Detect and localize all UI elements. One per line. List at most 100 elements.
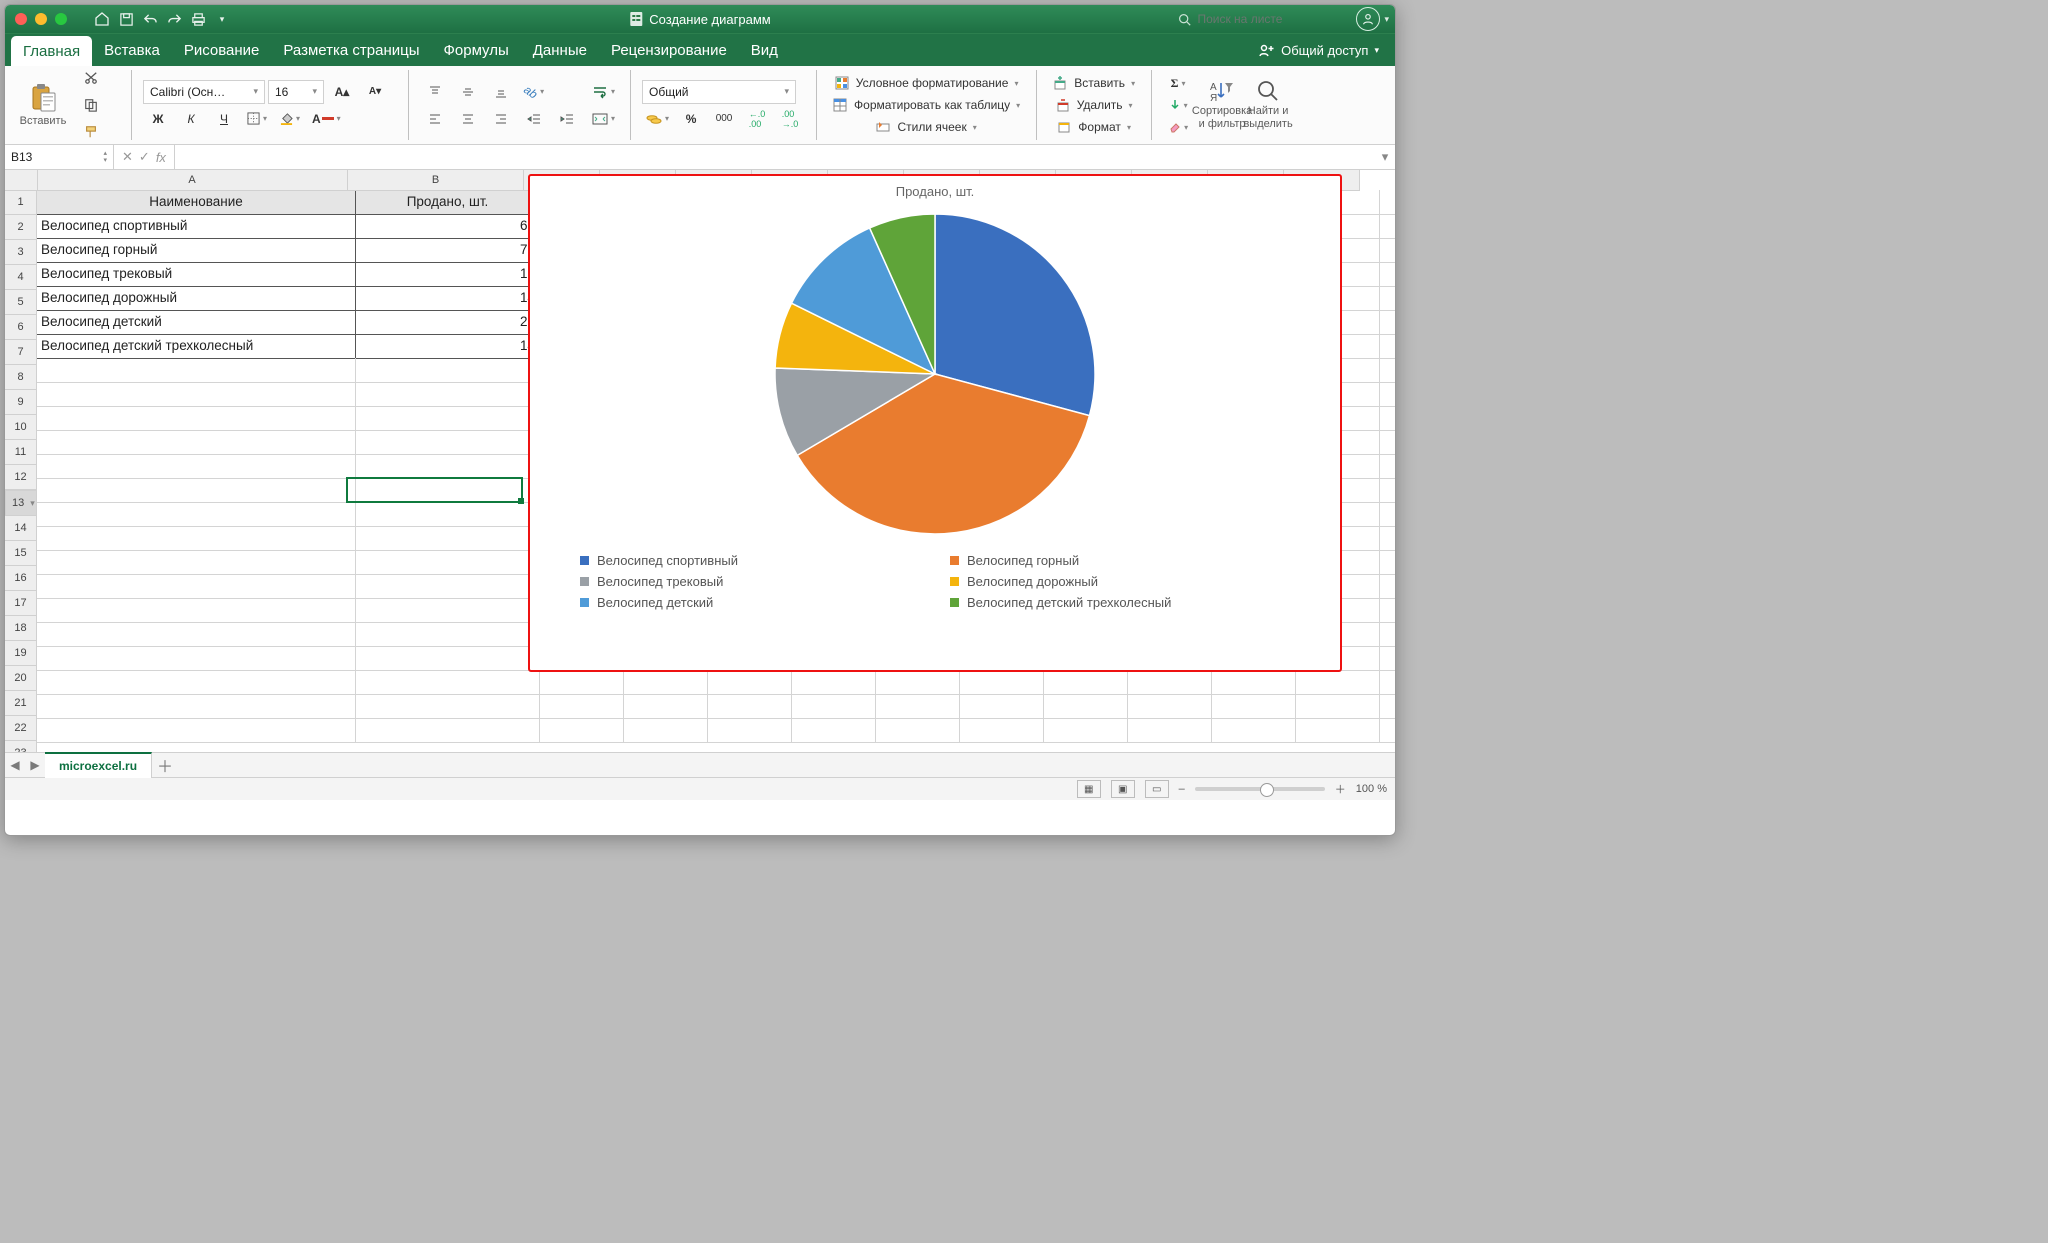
fill-color-button[interactable] [275, 107, 305, 131]
cell[interactable] [624, 670, 708, 695]
cell[interactable] [1380, 238, 1395, 263]
sort-filter-button[interactable]: AЯ Сортировка и фильтр [1199, 79, 1245, 130]
cell[interactable] [356, 622, 540, 647]
cell[interactable] [37, 526, 356, 551]
formula-input[interactable] [181, 149, 1369, 165]
cell[interactable] [1212, 694, 1296, 719]
zoom-slider[interactable] [1195, 787, 1325, 791]
row-header[interactable]: 5 [5, 290, 37, 315]
cell[interactable] [1296, 670, 1380, 695]
cell[interactable] [1296, 718, 1380, 743]
cell[interactable] [37, 670, 356, 695]
clear-button[interactable] [1163, 117, 1193, 137]
find-select-button[interactable]: Найти и выделить [1245, 79, 1291, 130]
user-avatar[interactable] [1356, 7, 1380, 31]
align-top-button[interactable] [420, 80, 450, 104]
cell[interactable]: Велосипед детский [37, 310, 356, 335]
row-header[interactable]: 2 [5, 215, 37, 240]
cell[interactable] [37, 382, 356, 407]
cell[interactable]: 14 [356, 286, 540, 311]
tab-draw[interactable]: Рисование [172, 34, 272, 66]
copy-button[interactable] [76, 93, 106, 117]
font-size-select[interactable]: 16 [268, 80, 324, 104]
cell[interactable] [356, 694, 540, 719]
row-header[interactable]: 13 [5, 490, 37, 516]
cell[interactable]: Велосипед детский трехколесный [37, 334, 356, 359]
minimize-window-button[interactable] [35, 13, 47, 25]
align-middle-button[interactable] [453, 80, 483, 104]
cell[interactable] [356, 646, 540, 671]
orientation-button[interactable]: ab [519, 80, 549, 104]
cell[interactable] [37, 454, 356, 479]
cell[interactable] [1380, 478, 1395, 503]
legend-item[interactable]: Велосипед дорожный [950, 574, 1298, 589]
row-header[interactable]: 23 [5, 741, 37, 752]
cell[interactable] [960, 670, 1044, 695]
cell[interactable] [1380, 430, 1395, 455]
cell[interactable] [1296, 694, 1380, 719]
print-icon[interactable] [187, 8, 209, 30]
cell[interactable] [1380, 214, 1395, 239]
cell[interactable]: Велосипед трековый [37, 262, 356, 287]
undo-icon[interactable] [139, 8, 161, 30]
conditional-formatting-button[interactable]: Условное форматирование [828, 73, 1025, 93]
cell[interactable] [792, 670, 876, 695]
cell[interactable] [876, 694, 960, 719]
row-header[interactable]: 6 [5, 315, 37, 340]
row-header[interactable]: 3 [5, 240, 37, 265]
cell[interactable] [356, 454, 540, 479]
cell[interactable]: 78 [356, 238, 540, 263]
row-header[interactable]: 12 [5, 465, 37, 490]
view-page-layout-button[interactable]: ▣ [1111, 780, 1135, 798]
legend-item[interactable]: Велосипед спортивный [580, 553, 928, 568]
wrap-text-button[interactable] [588, 80, 619, 104]
cell[interactable] [37, 646, 356, 671]
search-field[interactable] [1178, 11, 1348, 27]
cell[interactable]: Велосипед дорожный [37, 286, 356, 311]
search-input[interactable] [1195, 11, 1329, 27]
format-painter-button[interactable] [76, 120, 106, 144]
cell[interactable] [708, 694, 792, 719]
cell[interactable] [356, 718, 540, 743]
cancel-formula-button[interactable]: ✕ [122, 149, 133, 165]
view-page-break-button[interactable]: ▭ [1145, 780, 1169, 798]
cell[interactable] [1128, 694, 1212, 719]
cell[interactable] [37, 550, 356, 575]
cell[interactable] [356, 358, 540, 383]
select-all-corner[interactable] [5, 170, 38, 191]
cell-styles-button[interactable]: Стили ячеек [828, 117, 1025, 137]
cell[interactable]: Велосипед спортивный [37, 214, 356, 239]
cell[interactable] [1380, 454, 1395, 479]
cell[interactable] [37, 718, 356, 743]
increase-font-size-button[interactable]: A▴ [327, 80, 357, 104]
sheet-area[interactable]: ABCDEFGHIJKLM 12345678910111213141516171… [5, 170, 1395, 752]
cell[interactable] [1380, 502, 1395, 527]
cell[interactable] [1380, 190, 1395, 215]
accept-formula-button[interactable]: ✓ [139, 149, 150, 165]
cell[interactable] [792, 718, 876, 743]
decrease-decimal-button[interactable]: .00→.0 [775, 107, 805, 131]
cell[interactable] [1380, 286, 1395, 311]
cell[interactable] [1380, 358, 1395, 383]
row-header[interactable]: 17 [5, 591, 37, 616]
user-menu-chevron-icon[interactable]: ▾ [1384, 14, 1389, 25]
tab-page-layout[interactable]: Разметка страницы [271, 34, 431, 66]
formula-bar-expand[interactable]: ▾ [1375, 145, 1395, 169]
number-format-select[interactable]: Общий [642, 80, 796, 104]
row-header[interactable]: 20 [5, 666, 37, 691]
fx-icon[interactable]: fx [156, 150, 166, 165]
cell[interactable] [1380, 694, 1395, 719]
row-header[interactable]: 18 [5, 616, 37, 641]
cell[interactable] [356, 382, 540, 407]
cell[interactable] [356, 430, 540, 455]
align-center-button[interactable] [453, 107, 483, 131]
cell[interactable]: Наименование [37, 190, 356, 215]
col-header[interactable]: A [37, 170, 348, 191]
cell[interactable] [356, 670, 540, 695]
paste-button[interactable]: Вставить [13, 83, 73, 128]
fill-button[interactable] [1163, 95, 1193, 115]
cell[interactable] [1128, 670, 1212, 695]
cell[interactable] [37, 478, 356, 503]
cell[interactable] [1380, 670, 1395, 695]
autosum-button[interactable]: Σ [1163, 73, 1193, 93]
